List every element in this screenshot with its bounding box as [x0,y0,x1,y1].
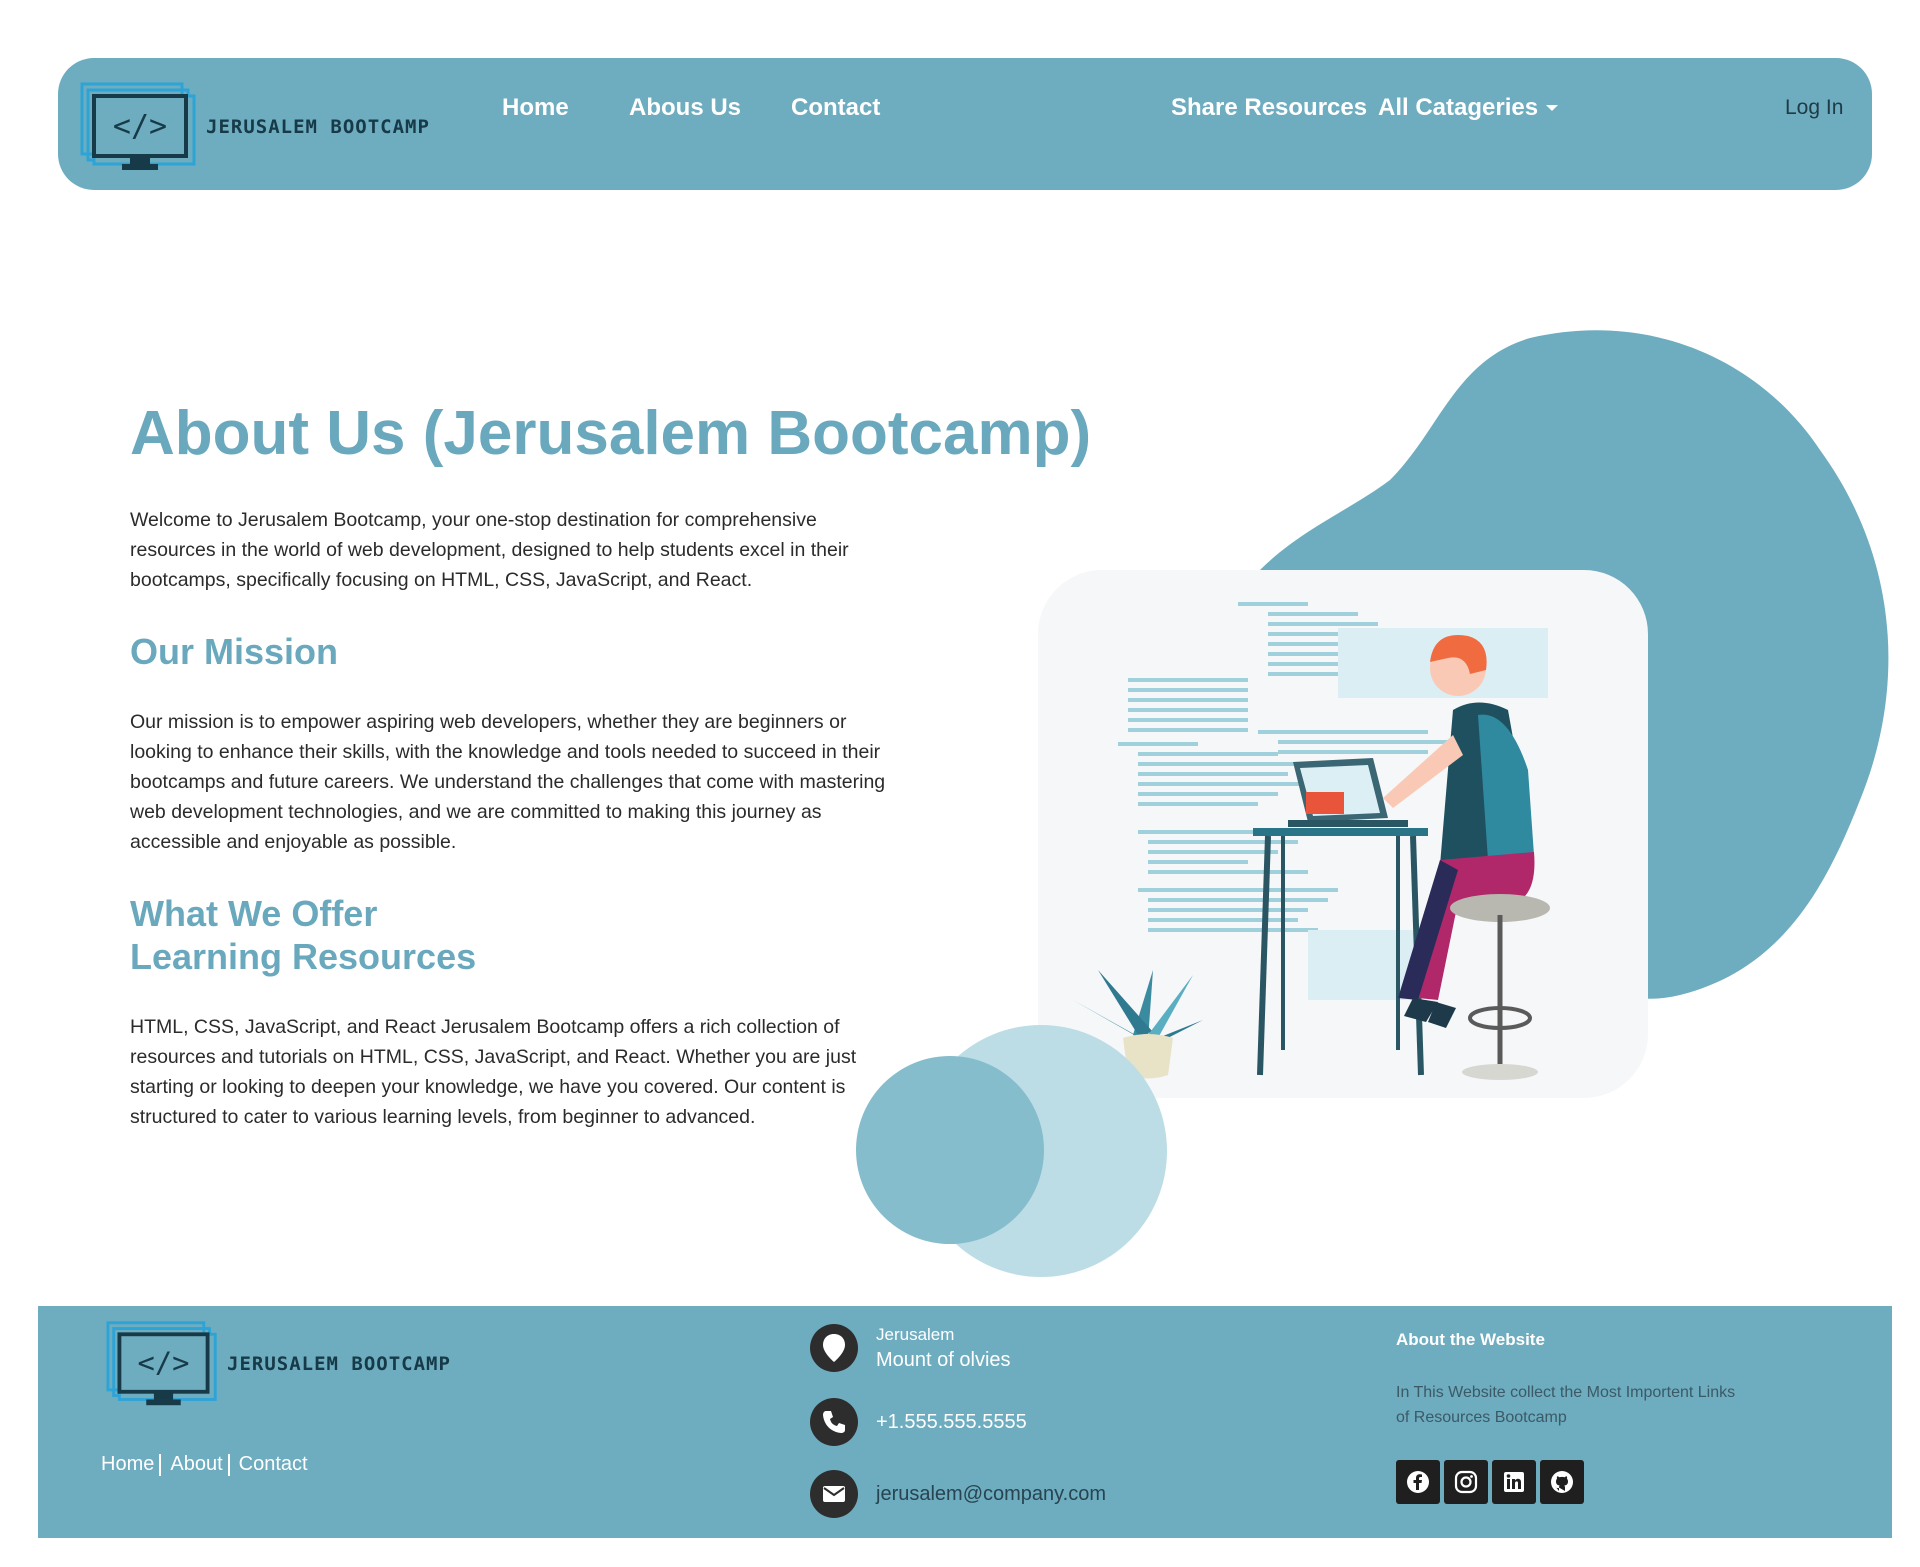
login-link[interactable]: Log In [1785,96,1843,120]
about-website-text: In This Website collect the Most Importe… [1396,1384,1736,1426]
resources-heading: Learning Resources [130,936,477,977]
navbar: </> JERUSALEM BOOTCAMP Home Abous Us Con… [58,58,1872,190]
instagram-icon[interactable] [1444,1460,1488,1504]
footer-links: Home About Contact [101,1453,308,1476]
social-links [1396,1460,1584,1504]
facebook-icon[interactable] [1396,1460,1440,1504]
contact-email-address[interactable]: jerusalem@company.com [876,1483,1106,1506]
github-icon[interactable] [1540,1460,1584,1504]
monitor-code-icon: </> [106,1320,221,1408]
nav-about[interactable]: Abous Us [629,94,741,122]
developer-illustration [1038,570,1648,1098]
linkedin-icon[interactable] [1492,1460,1536,1504]
contact-address: Jerusalem Mount of olvies [810,1324,1011,1372]
contact-city: Jerusalem [876,1324,955,1344]
footer-logo-glyph: </> [138,1346,190,1380]
contact-email: jerusalem@company.com [810,1470,1106,1518]
nav-home[interactable]: Home [502,94,569,122]
contact-address-line: Mount of olvies [876,1348,1011,1371]
resources-paragraph: HTML, CSS, JavaScript, and React Jerusal… [130,1016,857,1128]
location-pin-icon [810,1324,858,1372]
nav-categories-label: All Catageries [1378,94,1539,121]
offer-heading: What We Offer [130,893,378,934]
nav-share-resources[interactable]: Share Resources [1171,94,1367,122]
footer-brand-logo[interactable]: </> JERUSALEM BOOTCAMP [106,1320,451,1408]
contact-phone: +1.555.555.5555 [810,1398,1027,1446]
logo-glyph: </> [113,109,167,144]
nav-contact[interactable]: Contact [791,94,880,122]
nav-categories-dropdown[interactable]: All Catageries [1378,94,1559,122]
footer-link-about[interactable]: About [170,1453,222,1476]
developer-person-icon [1383,635,1550,1080]
mission-heading: Our Mission [130,631,339,672]
about-website-title: About the Website [1396,1330,1545,1349]
phone-icon [810,1398,858,1446]
contact-phone-number[interactable]: +1.555.555.5555 [876,1411,1027,1434]
intro-paragraph: Welcome to Jerusalem Bootcamp, your one-… [130,509,849,591]
divider [227,1453,230,1476]
mission-paragraph: Our mission is to empower aspiring web d… [130,711,886,853]
footer: </> JERUSALEM BOOTCAMP Home About Contac… [38,1306,1892,1538]
monitor-code-icon: </> [80,82,200,172]
footer-link-contact[interactable]: Contact [239,1453,308,1476]
footer-brand-name: JERUSALEM BOOTCAMP [227,1353,451,1375]
brand-name: JERUSALEM BOOTCAMP [206,116,430,138]
caret-down-icon [1546,105,1559,111]
divider [159,1453,162,1476]
envelope-icon [810,1470,858,1518]
page-title: About Us (Jerusalem Bootcamp) [130,399,1092,468]
brand-logo[interactable]: </> JERUSALEM BOOTCAMP [80,82,430,172]
footer-link-home[interactable]: Home [101,1453,154,1476]
